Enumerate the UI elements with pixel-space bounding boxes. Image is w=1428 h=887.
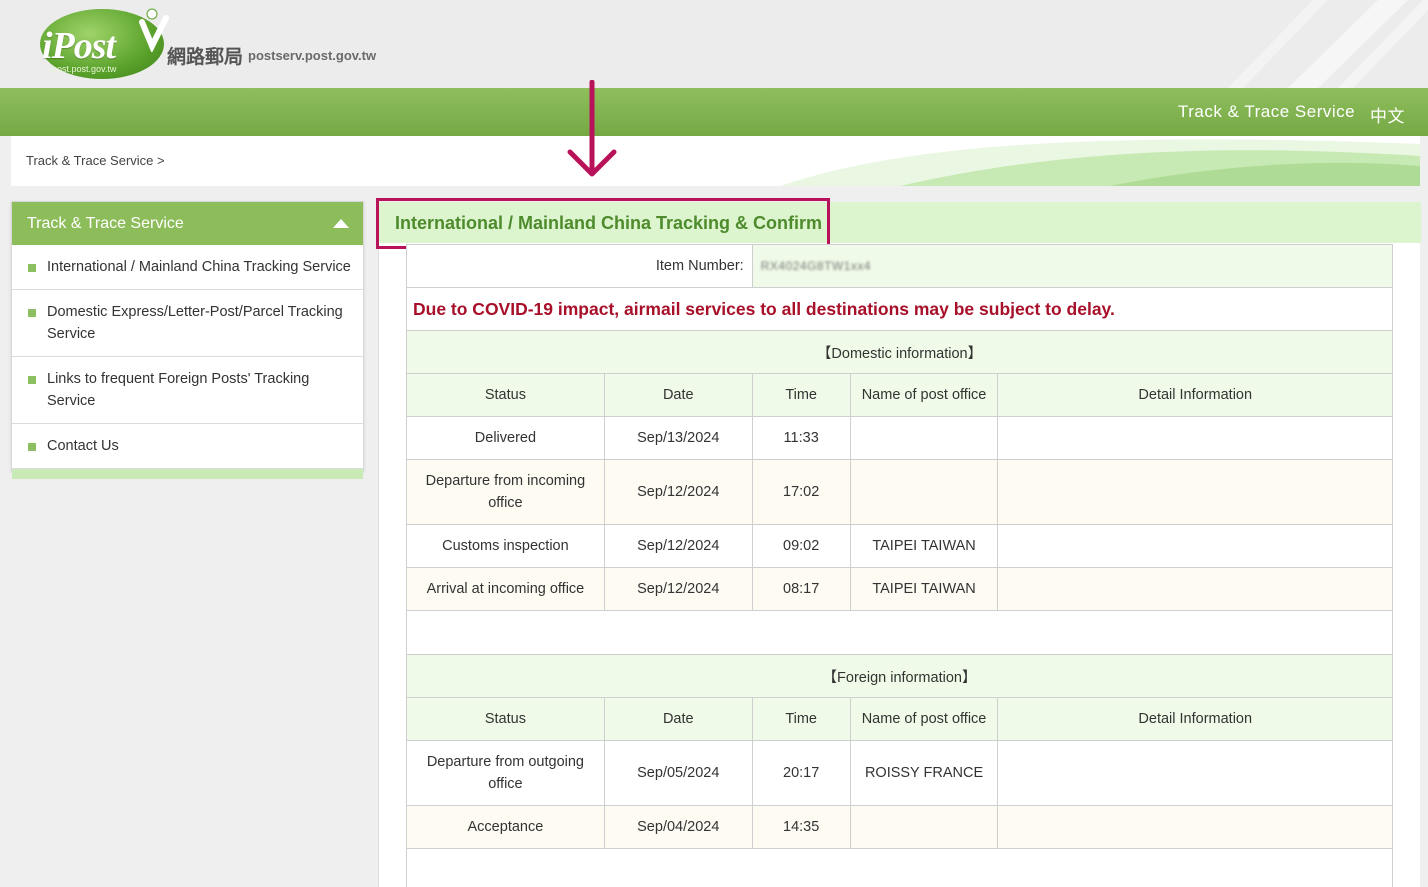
cell-office — [849, 416, 999, 460]
cell-detail — [997, 416, 1393, 460]
domestic-section-title: 【Domestic information】 — [406, 330, 1393, 374]
foreign-section-title: 【Foreign information】 — [406, 654, 1393, 698]
foreign-header-row: Status Date Time Name of post office Det… — [406, 697, 1393, 741]
table-row: Acceptance Sep/04/2024 14:35 — [406, 805, 1393, 849]
cell-time: 09:02 — [751, 524, 851, 568]
cell-detail — [997, 567, 1393, 611]
breadcrumb[interactable]: Track & Trace Service > — [26, 153, 165, 168]
covid-notice: Due to COVID-19 impact, airmail services… — [406, 287, 1393, 331]
notice-row: Due to COVID-19 impact, airmail services… — [406, 287, 1393, 331]
sidebar-item-label: Links to frequent Foreign Posts' Trackin… — [47, 371, 310, 409]
cell-time: 17:02 — [751, 459, 851, 525]
annotation-highlight-box — [376, 198, 830, 249]
table-row: Delivered Sep/13/2024 11:33 — [406, 416, 1393, 460]
cell-time: 08:17 — [751, 567, 851, 611]
sidebar-item-label: International / Mainland China Tracking … — [47, 259, 351, 275]
cell-office: TAIPEI TAIWAN — [849, 567, 999, 611]
nav-track-trace[interactable]: Track & Trace Service — [1178, 102, 1355, 122]
ipost-logo[interactable]: iPost ipost.post.gov.tw 網路郵局 postserv.po… — [40, 6, 376, 82]
col-header-date: Date — [603, 697, 753, 741]
col-header-detail: Detail Information — [997, 697, 1393, 741]
cell-time: 20:17 — [751, 740, 851, 806]
cell-status: Departure from incoming office — [406, 459, 605, 525]
domestic-header-row: Status Date Time Name of post office Det… — [406, 373, 1393, 417]
sidebar-item-international-tracking[interactable]: International / Mainland China Tracking … — [12, 245, 363, 290]
spacer-row — [406, 848, 1393, 887]
cell-office: ROISSY FRANCE — [849, 740, 999, 806]
square-bullet-icon — [28, 309, 36, 317]
logo-text: iPost — [42, 25, 116, 67]
sidebar-item-domestic-tracking[interactable]: Domestic Express/Letter-Post/Parcel Trac… — [12, 290, 363, 357]
swoosh-decoration — [780, 139, 1420, 186]
item-number-value: RX4024G8TW1xx4 — [751, 244, 1394, 288]
col-header-time: Time — [751, 373, 851, 417]
sidebar-item-label: Contact Us — [47, 438, 119, 454]
cell-date: Sep/12/2024 — [603, 567, 753, 611]
domestic-section-row: 【Domestic information】 — [406, 330, 1393, 374]
nav-language-switch[interactable]: 中文 — [1370, 102, 1405, 127]
spacer-cell — [406, 610, 1393, 655]
cell-status: Delivered — [406, 416, 605, 460]
page-title-bar: International / Mainland China Tracking … — [376, 198, 1421, 249]
tracking-table: Item Number: RX4024G8TW1xx4 Due to COVID… — [406, 244, 1394, 887]
col-header-office: Name of post office — [849, 373, 999, 417]
header-decoration — [1228, 0, 1428, 88]
spacer-cell — [406, 848, 1393, 887]
col-header-detail: Detail Information — [997, 373, 1393, 417]
table-row: Customs inspection Sep/12/2024 09:02 TAI… — [406, 524, 1393, 568]
sidebar: Track & Trace Service International / Ma… — [11, 201, 364, 479]
logo-url: postserv.post.gov.tw — [248, 48, 377, 63]
cell-time: 11:33 — [751, 416, 851, 460]
col-header-date: Date — [603, 373, 753, 417]
cell-detail — [997, 524, 1393, 568]
sidebar-header[interactable]: Track & Trace Service — [12, 202, 363, 245]
cell-status: Arrival at incoming office — [406, 567, 605, 611]
cell-time: 14:35 — [751, 805, 851, 849]
cell-date: Sep/13/2024 — [603, 416, 753, 460]
cell-status: Customs inspection — [406, 524, 605, 568]
collapse-triangle-icon[interactable] — [333, 219, 349, 228]
cell-status: Departure from outgoing office — [406, 740, 605, 806]
cell-date: Sep/12/2024 — [603, 524, 753, 568]
item-number-label: Item Number: — [406, 244, 753, 288]
cell-detail — [997, 740, 1393, 806]
cell-date: Sep/05/2024 — [603, 740, 753, 806]
square-bullet-icon — [28, 264, 36, 272]
cell-detail — [997, 459, 1393, 525]
logo-chinese-name: 網路郵局 — [167, 46, 244, 68]
main-content: International / Mainland China Tracking … — [376, 198, 1421, 887]
item-number-row: Item Number: RX4024G8TW1xx4 — [406, 244, 1394, 288]
sidebar-title: Track & Trace Service — [27, 215, 184, 232]
col-header-status: Status — [406, 697, 605, 741]
cell-status: Acceptance — [406, 805, 605, 849]
cell-detail — [997, 805, 1393, 849]
item-number-blurred: RX4024G8TW1xx4 — [760, 259, 872, 273]
table-row: Departure from incoming office Sep/12/20… — [406, 459, 1393, 525]
sidebar-item-contact[interactable]: Contact Us — [12, 424, 363, 469]
sidebar-item-foreign-links[interactable]: Links to frequent Foreign Posts' Trackin… — [12, 357, 363, 424]
square-bullet-icon — [28, 443, 36, 451]
cell-office — [849, 805, 999, 849]
breadcrumb-bar: Track & Trace Service > — [11, 136, 1420, 186]
col-header-status: Status — [406, 373, 605, 417]
cell-date: Sep/04/2024 — [603, 805, 753, 849]
main-nav: Track & Trace Service 中文 — [0, 88, 1428, 136]
table-row: Departure from outgoing office Sep/05/20… — [406, 740, 1393, 806]
table-row: Arrival at incoming office Sep/12/2024 0… — [406, 567, 1393, 611]
foreign-section-row: 【Foreign information】 — [406, 654, 1393, 698]
cell-date: Sep/12/2024 — [603, 459, 753, 525]
col-header-office: Name of post office — [849, 697, 999, 741]
col-header-time: Time — [751, 697, 851, 741]
logo-person-icon — [139, 8, 169, 52]
square-bullet-icon — [28, 376, 36, 384]
cell-office: TAIPEI TAIWAN — [849, 524, 999, 568]
annotation-arrow-icon — [567, 80, 617, 177]
site-header: iPost ipost.post.gov.tw 網路郵局 postserv.po… — [0, 0, 1428, 88]
logo-subtitle: ipost.post.gov.tw — [50, 64, 117, 74]
cell-office — [849, 459, 999, 525]
sidebar-item-label: Domestic Express/Letter-Post/Parcel Trac… — [47, 304, 343, 342]
sidebar-footer — [12, 469, 363, 479]
spacer-row — [406, 610, 1393, 655]
